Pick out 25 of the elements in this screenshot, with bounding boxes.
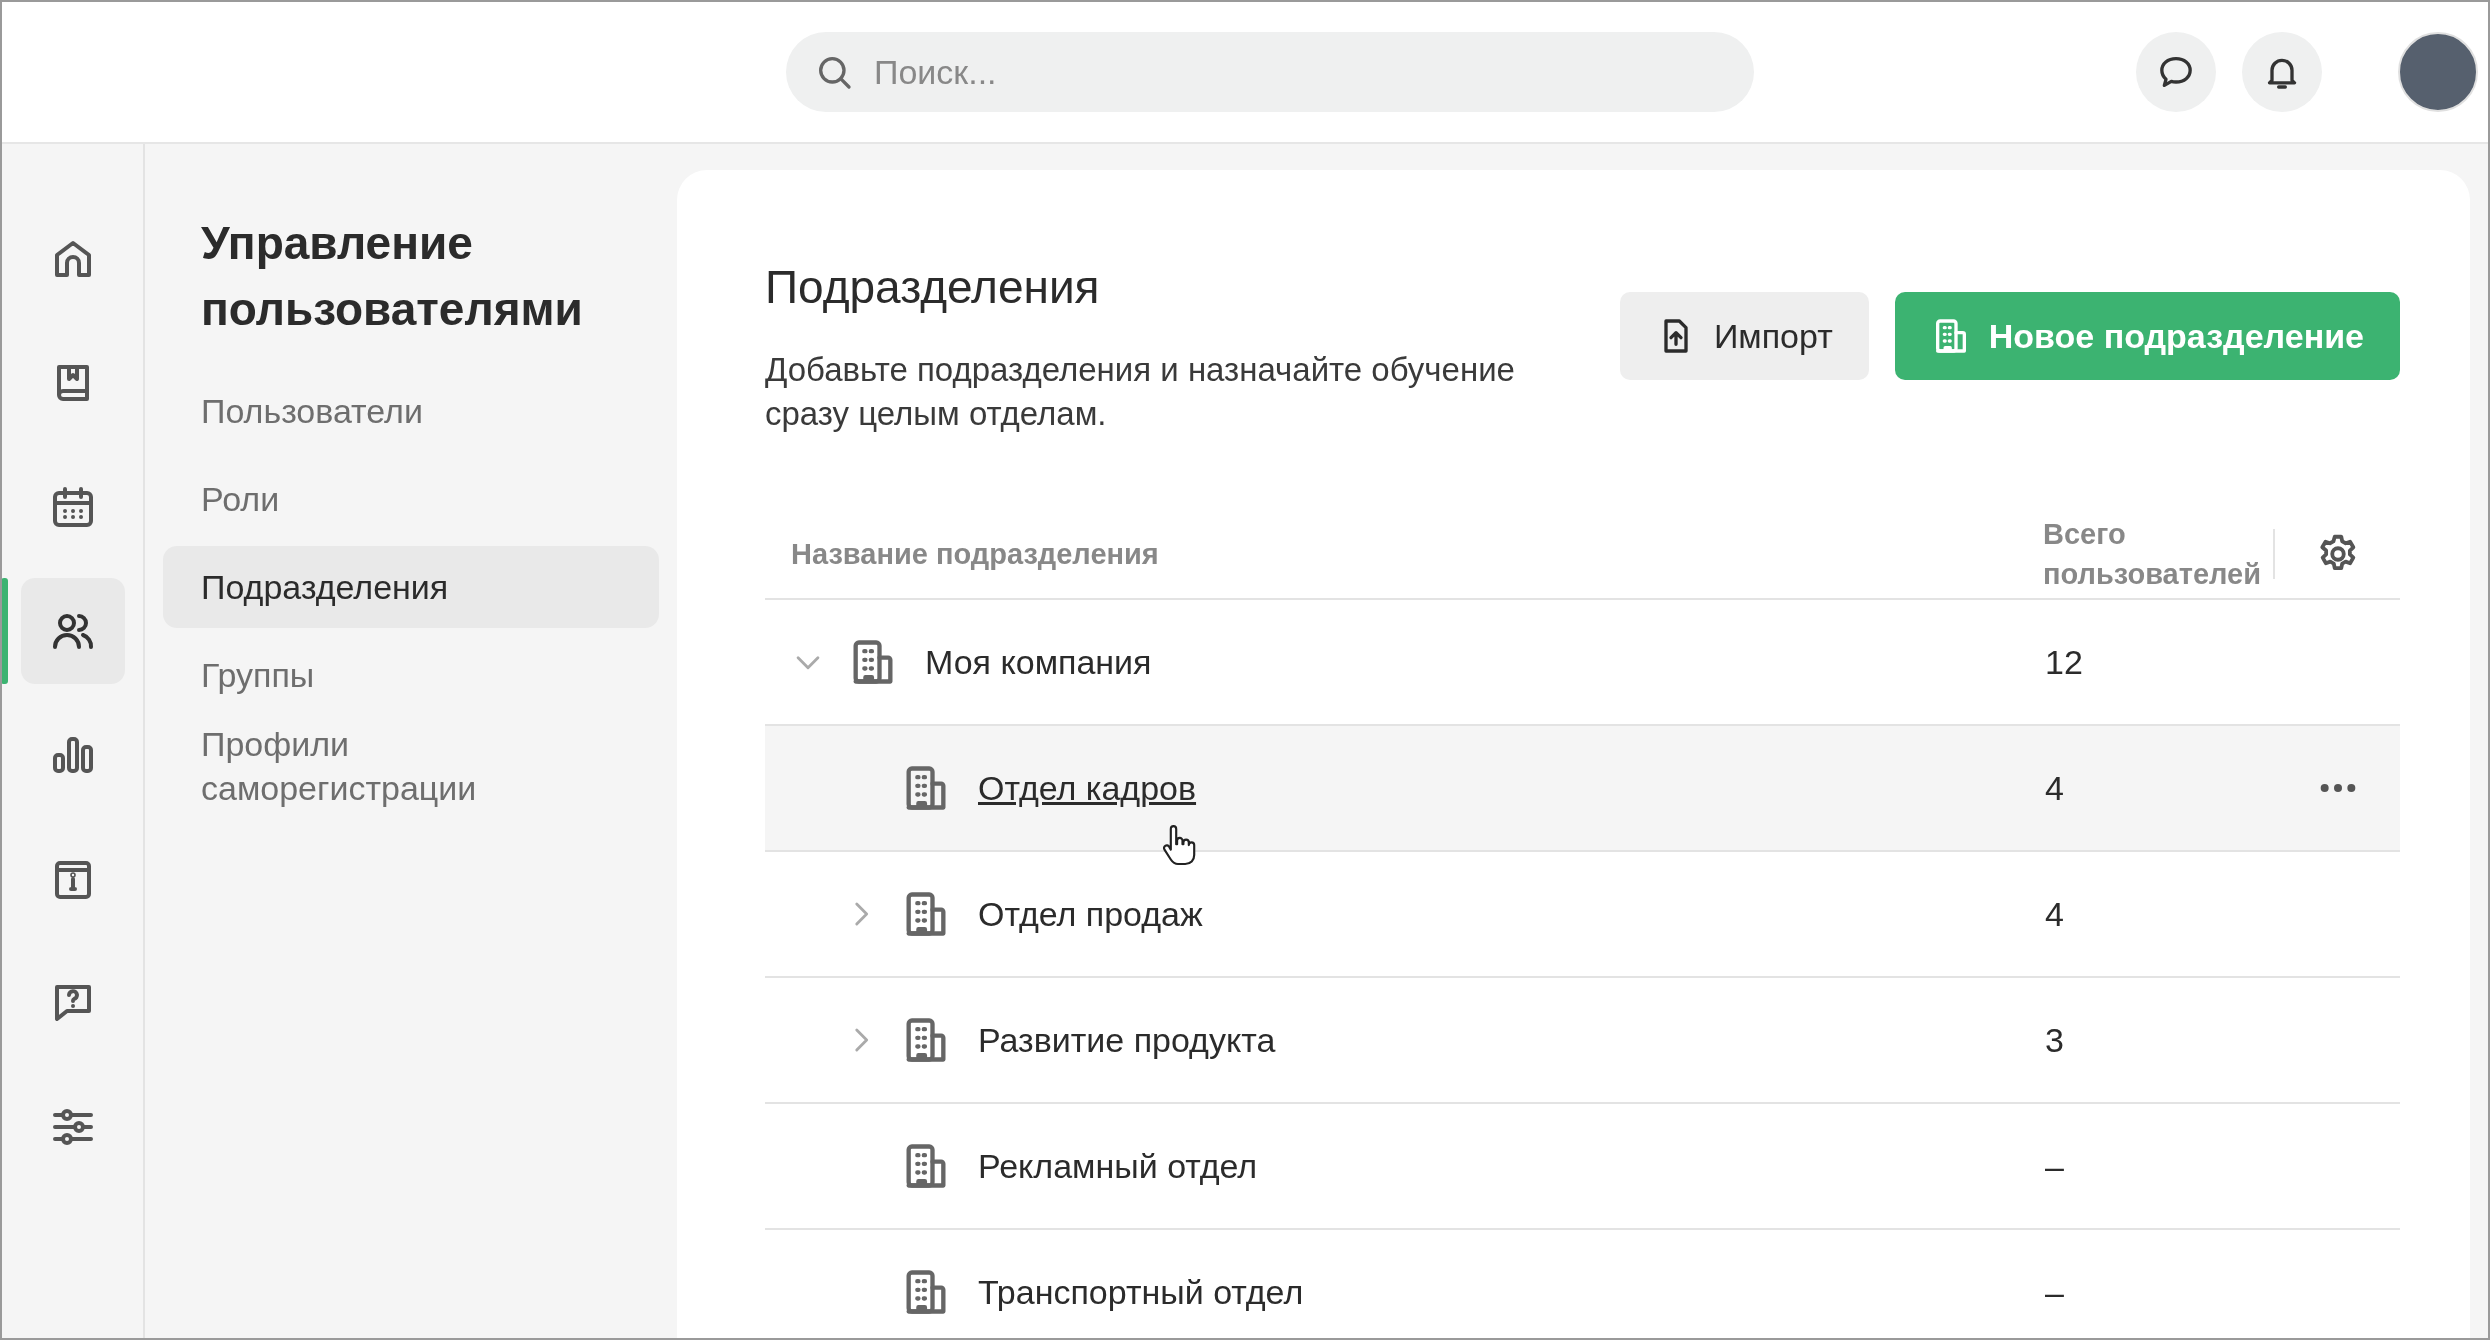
search-input[interactable]: Поиск...	[872, 51, 1726, 93]
department-name[interactable]: Развитие продукта	[978, 1020, 1276, 1060]
page-description: Добавьте подразделения и назначайте обучение сразу целым отделам.	[765, 350, 1516, 434]
sidebar-item[interactable]: Роли	[163, 458, 659, 540]
department-name[interactable]: Отдел продаж	[978, 894, 1203, 934]
user-count: 4	[2045, 768, 2065, 808]
department-name[interactable]: Транспортный отдел	[978, 1272, 1304, 1312]
user-count: 4	[2045, 894, 2065, 934]
sidebar-title: Управление пользователями	[200, 216, 584, 337]
page-title: Подразделения	[765, 260, 1101, 314]
user-count: –	[2045, 1272, 2065, 1312]
search-field[interactable]: Поиск...	[786, 32, 1754, 112]
user-count: –	[2045, 1146, 2065, 1186]
user-count: 3	[2045, 1020, 2065, 1060]
user-count: 12	[2045, 642, 2084, 682]
sidebar-item[interactable]: Группы	[163, 634, 659, 716]
column-header: Название подразделения	[790, 537, 1160, 572]
department-name[interactable]: Отдел кадров	[978, 768, 1197, 808]
import-button[interactable]: Импорт	[1619, 292, 1869, 380]
department-name[interactable]: Рекламный отдел	[978, 1146, 1258, 1186]
sidebar-item[interactable]: Подразделения	[163, 546, 659, 628]
column-header: Всего пользователей	[2043, 517, 2263, 592]
sidebar-item[interactable]: Профили саморегистрации	[163, 722, 659, 810]
sidebar-item[interactable]: Пользователи	[163, 370, 659, 452]
department-name[interactable]: Моя компания	[925, 642, 1152, 682]
